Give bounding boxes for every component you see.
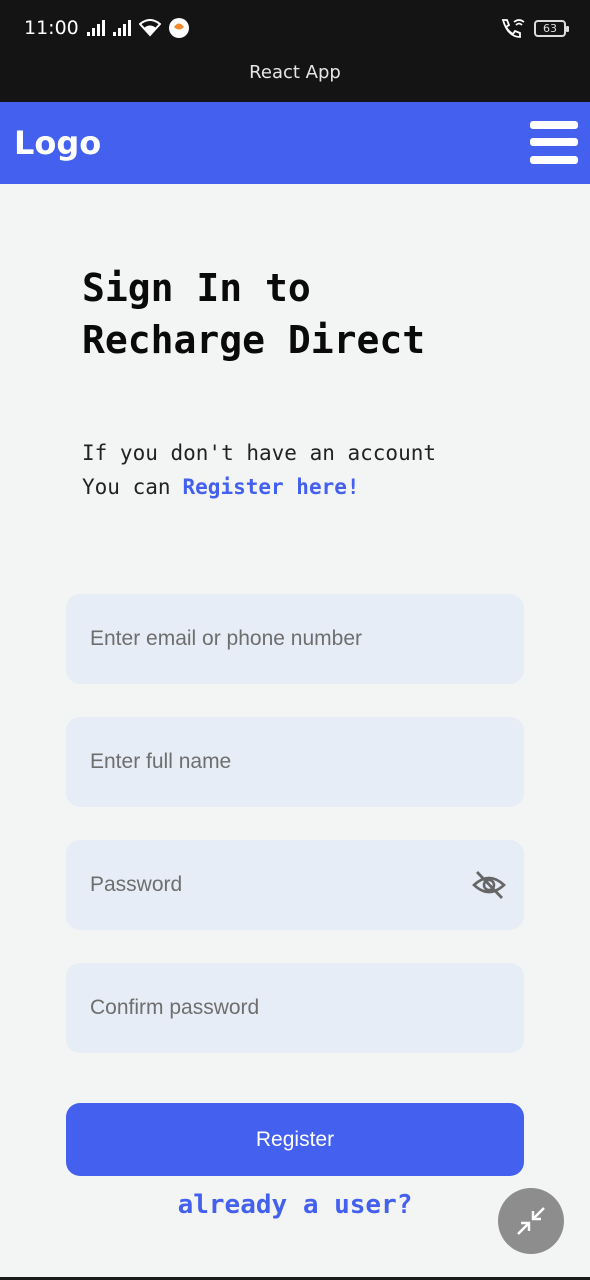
- full-name-input[interactable]: [66, 717, 524, 807]
- status-right: 63: [500, 18, 569, 38]
- confirm-password-field-container: [66, 963, 524, 1053]
- wifi-icon: [138, 19, 161, 37]
- page-title: Sign In to Recharge Direct: [82, 262, 425, 366]
- email-field-container: [66, 594, 524, 684]
- password-field-container: [66, 840, 524, 930]
- intro-text: If you don't have an account You can Regi…: [82, 436, 436, 504]
- intro-prefix: You can: [82, 475, 171, 499]
- signal-icon-2: [112, 20, 131, 36]
- confirm-password-input[interactable]: [66, 963, 524, 1053]
- full-name-field-container: [66, 717, 524, 807]
- clock: 11:00: [24, 17, 79, 39]
- intro-line-1: If you don't have an account: [82, 441, 437, 465]
- hamburger-menu-icon[interactable]: [530, 121, 578, 164]
- intro-line-2: You can Register here!: [82, 470, 436, 504]
- signal-icon: [86, 20, 105, 36]
- minimize-arrows-glyph: [517, 1207, 545, 1235]
- navbar: Logo: [0, 102, 590, 184]
- title-line-1: Sign In to: [82, 266, 311, 310]
- register-button[interactable]: Register: [66, 1103, 524, 1176]
- title-line-2: Recharge Direct: [82, 318, 426, 362]
- register-link[interactable]: Register here!: [183, 475, 360, 499]
- app-notification-icon: [168, 18, 189, 38]
- status-bar: 11:00 63 React App: [0, 0, 590, 102]
- minimize-arrows-icon[interactable]: [498, 1188, 564, 1254]
- email-input[interactable]: [66, 594, 524, 684]
- app-title: React App: [249, 62, 341, 83]
- eye-off-icon[interactable]: [472, 869, 506, 901]
- wifi-call-icon: [501, 19, 525, 38]
- status-left: 11:00: [24, 17, 189, 39]
- battery-indicator: 63: [534, 19, 569, 37]
- logo[interactable]: Logo: [14, 124, 101, 162]
- password-input[interactable]: [66, 840, 524, 930]
